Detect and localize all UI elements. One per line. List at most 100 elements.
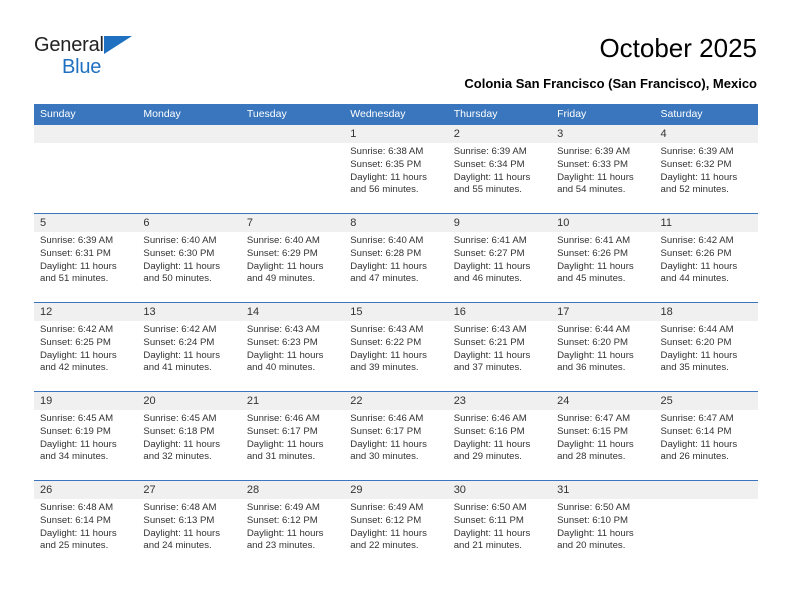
day-detail-line: and 49 minutes. (246, 273, 316, 285)
day-cell-1[interactable]: Sunrise: 6:38 AM Sunset: 6:35 PM Daylight:… (344, 143, 447, 213)
day-detail-line: and 42 minutes. (40, 362, 109, 374)
day-cell-19[interactable]: Sunrise: 6:45 AM Sunset: 6:19 PM Daylight:… (34, 410, 137, 480)
day-detail-line: Daylight: 11 hours (246, 349, 324, 361)
day-number-22[interactable]: 22 (344, 392, 447, 410)
day-detail-line: Sunrise: 6:39 AM (557, 146, 631, 157)
day-cell-23[interactable]: Sunrise: 6:46 AM Sunset: 6:16 PM Daylight:… (448, 410, 551, 480)
day-detail-line: and 39 minutes. (350, 362, 419, 374)
day-number-30[interactable]: 30 (448, 481, 551, 499)
logo-top-row: General (34, 33, 184, 57)
day-number-8[interactable]: 8 (344, 214, 447, 232)
day-detail-line: Sunrise: 6:43 AM (246, 324, 320, 335)
day-number-20[interactable]: 20 (137, 392, 240, 410)
day-cell-29[interactable]: Sunrise: 6:49 AM Sunset: 6:12 PM Daylight:… (344, 499, 447, 569)
day-detail-line: Sunset: 6:25 PM (40, 336, 111, 348)
day-number-5[interactable]: 5 (34, 214, 137, 232)
day-detail-line: Sunset: 6:32 PM (660, 158, 732, 170)
day-cell-10[interactable]: Sunrise: 6:41 AM Sunset: 6:26 PM Daylight:… (551, 232, 654, 302)
day-cell-3[interactable]: Sunrise: 6:39 AM Sunset: 6:33 PM Daylight:… (551, 143, 654, 213)
day-cell-8[interactable]: Sunrise: 6:40 AM Sunset: 6:28 PM Daylight:… (344, 232, 447, 302)
day-detail-line: Sunrise: 6:39 AM (40, 235, 114, 246)
day-detail-line: Sunrise: 6:42 AM (660, 235, 734, 246)
day-cell-14[interactable]: Sunrise: 6:43 AM Sunset: 6:23 PM Daylight:… (241, 321, 344, 391)
day-number-14[interactable]: 14 (241, 303, 344, 321)
day-number-28[interactable]: 28 (241, 481, 344, 499)
day-detail-line: Sunset: 6:20 PM (660, 336, 732, 348)
day-detail-line: Daylight: 11 hours (40, 438, 117, 450)
day-number-31[interactable]: 31 (551, 481, 654, 499)
day-cell-15[interactable]: Sunrise: 6:43 AM Sunset: 6:22 PM Daylight:… (344, 321, 447, 391)
day-number-19[interactable]: 19 (34, 392, 137, 410)
day-cell-2[interactable]: Sunrise: 6:39 AM Sunset: 6:34 PM Daylight:… (448, 143, 551, 213)
day-number-26[interactable]: 26 (34, 481, 137, 499)
day-cell-26[interactable]: Sunrise: 6:48 AM Sunset: 6:14 PM Daylight:… (34, 499, 137, 569)
general-blue-logo[interactable]: General Blue (34, 33, 184, 79)
day-detail-line: Sunset: 6:16 PM (453, 425, 525, 437)
day-number-16[interactable]: 16 (448, 303, 551, 321)
day-cell-6[interactable]: Sunrise: 6:40 AM Sunset: 6:30 PM Daylight:… (137, 232, 240, 302)
day-cell-25[interactable]: Sunrise: 6:47 AM Sunset: 6:14 PM Daylight:… (655, 410, 758, 480)
day-number-13[interactable]: 13 (137, 303, 240, 321)
day-number-9[interactable]: 9 (448, 214, 551, 232)
page-subtitle: Colonia San Francisco (San Francisco), M… (464, 76, 757, 91)
day-number-10[interactable]: 10 (551, 214, 654, 232)
weekday-header-saturday: Saturday (660, 108, 703, 120)
day-detail-line: Sunrise: 6:41 AM (557, 235, 631, 246)
day-cell-24[interactable]: Sunrise: 6:47 AM Sunset: 6:15 PM Daylight:… (551, 410, 654, 480)
day-cell-empty (655, 499, 758, 569)
day-number-6[interactable]: 6 (137, 214, 240, 232)
day-number-12[interactable]: 12 (34, 303, 137, 321)
day-cell-30[interactable]: Sunrise: 6:50 AM Sunset: 6:11 PM Daylight:… (448, 499, 551, 569)
day-cell-22[interactable]: Sunrise: 6:46 AM Sunset: 6:17 PM Daylight:… (344, 410, 447, 480)
day-detail-line: Sunrise: 6:49 AM (350, 502, 424, 513)
day-cell-12[interactable]: Sunrise: 6:42 AM Sunset: 6:25 PM Daylight:… (34, 321, 137, 391)
day-cell-31[interactable]: Sunrise: 6:50 AM Sunset: 6:10 PM Daylight:… (551, 499, 654, 569)
day-number-23[interactable]: 23 (448, 392, 551, 410)
day-number-3[interactable]: 3 (551, 125, 654, 143)
day-cell-4[interactable]: Sunrise: 6:39 AM Sunset: 6:32 PM Daylight:… (655, 143, 758, 213)
day-number-4[interactable]: 4 (655, 125, 758, 143)
day-detail-line: Daylight: 11 hours (660, 260, 738, 272)
day-number-empty (34, 125, 137, 143)
day-detail-line: Sunset: 6:12 PM (246, 514, 318, 526)
day-detail-line: Daylight: 11 hours (246, 527, 324, 539)
day-detail-line: Sunrise: 6:43 AM (453, 324, 527, 335)
day-number-29[interactable]: 29 (344, 481, 447, 499)
day-detail-line: and 25 minutes. (40, 540, 109, 552)
day-number-empty (137, 125, 240, 143)
day-detail-line: Sunrise: 6:38 AM (350, 146, 424, 157)
day-number-7[interactable]: 7 (241, 214, 344, 232)
day-number-15[interactable]: 15 (344, 303, 447, 321)
weekday-header-friday: Friday (557, 108, 587, 120)
day-number-17[interactable]: 17 (551, 303, 654, 321)
week-daynumber-band: 12 13 14 15 16 17 18 (34, 303, 758, 321)
day-detail-line: Daylight: 11 hours (143, 260, 221, 272)
day-cell-27[interactable]: Sunrise: 6:48 AM Sunset: 6:13 PM Daylight:… (137, 499, 240, 569)
day-number-27[interactable]: 27 (137, 481, 240, 499)
day-detail-line: Sunset: 6:34 PM (453, 158, 525, 170)
day-number-2[interactable]: 2 (448, 125, 551, 143)
day-cell-17[interactable]: Sunrise: 6:44 AM Sunset: 6:20 PM Daylight:… (551, 321, 654, 391)
day-cell-9[interactable]: Sunrise: 6:41 AM Sunset: 6:27 PM Daylight:… (448, 232, 551, 302)
day-number-24[interactable]: 24 (551, 392, 654, 410)
day-detail-line: and 31 minutes. (246, 451, 316, 463)
day-cell-13[interactable]: Sunrise: 6:42 AM Sunset: 6:24 PM Daylight:… (137, 321, 240, 391)
day-detail-line: Daylight: 11 hours (40, 260, 117, 272)
day-cell-16[interactable]: Sunrise: 6:43 AM Sunset: 6:21 PM Daylight:… (448, 321, 551, 391)
day-number-25[interactable]: 25 (655, 392, 758, 410)
day-detail-line: Daylight: 11 hours (350, 527, 427, 539)
day-number-21[interactable]: 21 (241, 392, 344, 410)
calendar-week-row: 1 2 3 4 Sunrise: 6:38 AM Sunset: 6:35 PM Dayli… (34, 125, 758, 213)
day-cell-21[interactable]: Sunrise: 6:46 AM Sunset: 6:17 PM Daylight:… (241, 410, 344, 480)
day-cell-18[interactable]: Sunrise: 6:44 AM Sunset: 6:20 PM Daylight:… (655, 321, 758, 391)
day-detail-line: Sunrise: 6:40 AM (246, 235, 320, 246)
day-cell-11[interactable]: Sunrise: 6:42 AM Sunset: 6:26 PM Daylight:… (655, 232, 758, 302)
day-detail-line: Sunset: 6:15 PM (557, 425, 629, 437)
day-number-18[interactable]: 18 (655, 303, 758, 321)
day-number-1[interactable]: 1 (344, 125, 447, 143)
day-number-11[interactable]: 11 (655, 214, 758, 232)
day-cell-7[interactable]: Sunrise: 6:40 AM Sunset: 6:29 PM Daylight:… (241, 232, 344, 302)
day-cell-28[interactable]: Sunrise: 6:49 AM Sunset: 6:12 PM Daylight:… (241, 499, 344, 569)
day-cell-20[interactable]: Sunrise: 6:45 AM Sunset: 6:18 PM Daylight:… (137, 410, 240, 480)
day-cell-5[interactable]: Sunrise: 6:39 AM Sunset: 6:31 PM Daylight:… (34, 232, 137, 302)
